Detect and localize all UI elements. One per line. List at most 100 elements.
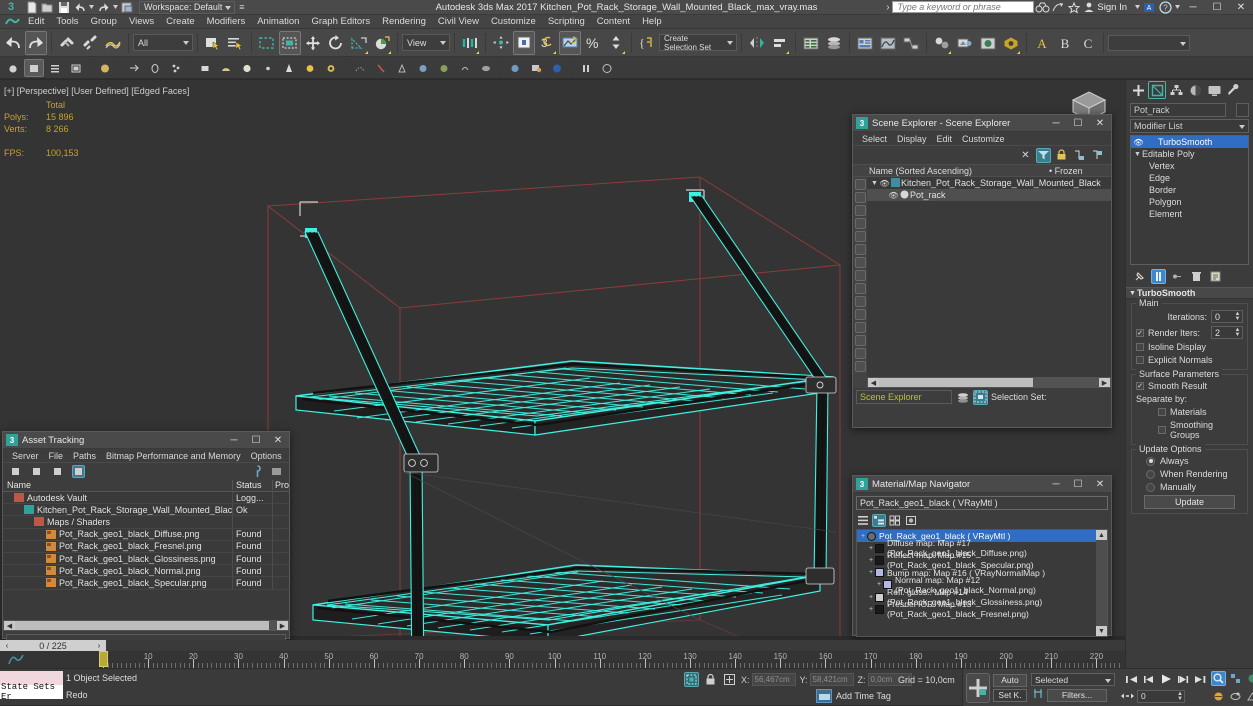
sign-in-button[interactable]: Sign In	[1082, 2, 1133, 13]
vray-sphere-icon[interactable]	[95, 59, 115, 77]
previous-frame-icon[interactable]	[1142, 672, 1156, 686]
sidebar-icon-13[interactable]	[855, 335, 866, 346]
select-and-rotate-icon[interactable]	[325, 31, 347, 55]
vray-light-lister-icon[interactable]	[576, 59, 596, 77]
scene-explorer-hscrollbar[interactable]: ◀ ▶	[867, 377, 1111, 388]
undo-dropdown-icon[interactable]	[88, 1, 95, 14]
scene-explorer-titlebar[interactable]: 3 Scene Explorer - Scene Explorer ─ ☐ ✕	[853, 115, 1111, 132]
menu-item-tools[interactable]: Tools	[50, 15, 84, 29]
sub-object-element[interactable]: Element	[1131, 208, 1248, 220]
menu-item-graph-editors[interactable]: Graph Editors	[305, 15, 376, 29]
font-b-icon[interactable]: B	[1054, 31, 1076, 55]
isoline-display-checkbox[interactable]	[1136, 343, 1144, 351]
expand-plus-icon[interactable]: +	[859, 533, 867, 540]
twisty-down-icon[interactable]: ▼	[1133, 151, 1142, 158]
window-crossing-toggle-icon[interactable]	[279, 31, 301, 55]
render-iters-checkbox[interactable]: ✓	[1136, 329, 1144, 337]
render-iters-spinner[interactable]: 2 ▲▼	[1211, 326, 1243, 339]
toggle-layer-explorer-icon[interactable]	[823, 31, 845, 55]
selection-filter-combo[interactable]: All	[133, 34, 193, 51]
vray-ies-light-icon[interactable]	[258, 59, 278, 77]
sidebar-icon-7[interactable]	[855, 257, 866, 268]
asset-view-icon-1[interactable]	[9, 465, 22, 478]
sidebar-icon-15[interactable]	[855, 361, 866, 372]
mirror-icon[interactable]	[746, 31, 768, 55]
exchange-icon[interactable]	[1050, 0, 1066, 15]
scrollbar-thumb[interactable]	[15, 621, 269, 630]
filters-button[interactable]: Filters...	[1047, 689, 1107, 702]
vray-render-icon[interactable]	[526, 59, 546, 77]
expand-plus-icon[interactable]: +	[875, 581, 883, 588]
redo-dropdown-icon[interactable]	[112, 1, 119, 14]
vray-clipper-icon[interactable]	[371, 59, 391, 77]
menu-item-create[interactable]: Create	[160, 15, 201, 29]
rendered-frame-window-icon[interactable]	[977, 31, 999, 55]
redo-button[interactable]	[25, 31, 47, 55]
when-rendering-radio[interactable]	[1146, 470, 1155, 479]
sidebar-icon-12[interactable]	[855, 322, 866, 333]
y-value[interactable]: 58,421cm	[810, 673, 854, 686]
make-unique-icon[interactable]	[1170, 269, 1185, 284]
sub-object-polygon[interactable]: Polygon	[1131, 196, 1248, 208]
minimize-button[interactable]: ─	[1181, 0, 1205, 15]
sidebar-icon-8[interactable]	[855, 270, 866, 281]
frame-prev-arrow[interactable]: ‹	[0, 641, 14, 650]
modifier-stack-item-turbosmooth[interactable]: 👁 TurboSmooth	[1131, 136, 1248, 148]
edit-named-selection-sets-icon[interactable]: {	[636, 31, 658, 55]
bind-to-space-warp-icon[interactable]	[102, 31, 124, 55]
view-thumbnail-icon[interactable]	[904, 514, 918, 527]
twisty-down-icon[interactable]: ▼	[870, 180, 879, 187]
asset-column-status[interactable]: Status	[233, 480, 273, 490]
scene-explorer-menu-edit[interactable]: Edit	[932, 132, 958, 146]
set-key-filter-icon[interactable]	[1031, 688, 1044, 702]
search-caret-icon[interactable]: ›	[883, 1, 892, 14]
menu-item-group[interactable]: Group	[85, 15, 123, 29]
menu-item-edit[interactable]: Edit	[22, 15, 50, 29]
object-color-swatch[interactable]	[1236, 103, 1249, 117]
close-button[interactable]: ✕	[1229, 0, 1253, 15]
asset-menu-options[interactable]: Options	[246, 449, 287, 463]
view-list-icon[interactable]	[856, 514, 870, 527]
table-row[interactable]: Pot_Rack_geo1_black_Glossiness.png Found	[3, 553, 289, 565]
toggle-scene-explorer-icon[interactable]	[800, 31, 822, 55]
table-row[interactable]: Pot_Rack_geo1_black_Diffuse.png Found	[3, 529, 289, 541]
sidebar-icon-14[interactable]	[855, 348, 866, 359]
binoculars-icon[interactable]	[1034, 0, 1050, 15]
next-frame-icon[interactable]	[1176, 672, 1190, 686]
open-file-icon[interactable]	[40, 1, 55, 14]
tab-display[interactable]	[1205, 81, 1223, 99]
sign-in-dropdown-icon[interactable]	[1133, 1, 1141, 14]
vray-sun-icon[interactable]	[300, 59, 320, 77]
material-navigator-titlebar[interactable]: 3 Material/Map Navigator ─ ☐ ✕	[853, 476, 1111, 493]
filter-funnel-icon[interactable]	[1036, 148, 1051, 163]
asset-tracking-titlebar[interactable]: 3 Asset Tracking ─ ☐ ✕	[3, 432, 289, 449]
key-filter-combo[interactable]: Selected	[1031, 673, 1115, 686]
eye-icon[interactable]: 👁	[1133, 138, 1144, 147]
render-setup-icon[interactable]	[954, 31, 976, 55]
pin-stack-icon[interactable]	[1132, 269, 1147, 284]
material-navigator-vscrollbar[interactable]: ▲ ▼	[1096, 530, 1107, 636]
vray-fur-icon[interactable]	[145, 59, 165, 77]
vray-camera-icon[interactable]	[505, 59, 525, 77]
transform-type-in-icon[interactable]	[722, 672, 737, 687]
select-and-move-icon[interactable]	[302, 31, 324, 55]
vray-fog-icon[interactable]	[476, 59, 496, 77]
maximize-button[interactable]: ☐	[1205, 0, 1229, 15]
key-mode-button[interactable]	[966, 673, 990, 703]
sidebar-icon-5[interactable]	[855, 231, 866, 242]
expand-plus-icon[interactable]: +	[867, 594, 875, 601]
vray-toolbar-icon-2[interactable]	[24, 59, 44, 77]
scene-explorer-node-list[interactable]: ▼ 👁 Kitchen_Pot_Rack_Storage_Wall_Mounte…	[867, 177, 1111, 388]
vray-toolbar-icon-3[interactable]	[45, 59, 65, 77]
vray-toolbar-icon-4[interactable]	[66, 59, 86, 77]
x-value[interactable]: 56,467cm	[752, 673, 796, 686]
vray-toon-icon[interactable]	[350, 59, 370, 77]
table-row[interactable]: Autodesk Vault Logg...	[3, 492, 289, 504]
menu-item-modifiers[interactable]: Modifiers	[201, 15, 252, 29]
asset-menu-server[interactable]: Server	[7, 449, 44, 463]
scene-explorer-menu-display[interactable]: Display	[892, 132, 932, 146]
vray-ambient-light-icon[interactable]	[321, 59, 341, 77]
reference-coordinate-combo[interactable]: View	[402, 34, 450, 51]
material-map-navigator-window[interactable]: 3 Material/Map Navigator ─ ☐ ✕ Pot_Rack_…	[852, 475, 1112, 636]
set-key-button[interactable]: Set K.	[993, 689, 1027, 702]
